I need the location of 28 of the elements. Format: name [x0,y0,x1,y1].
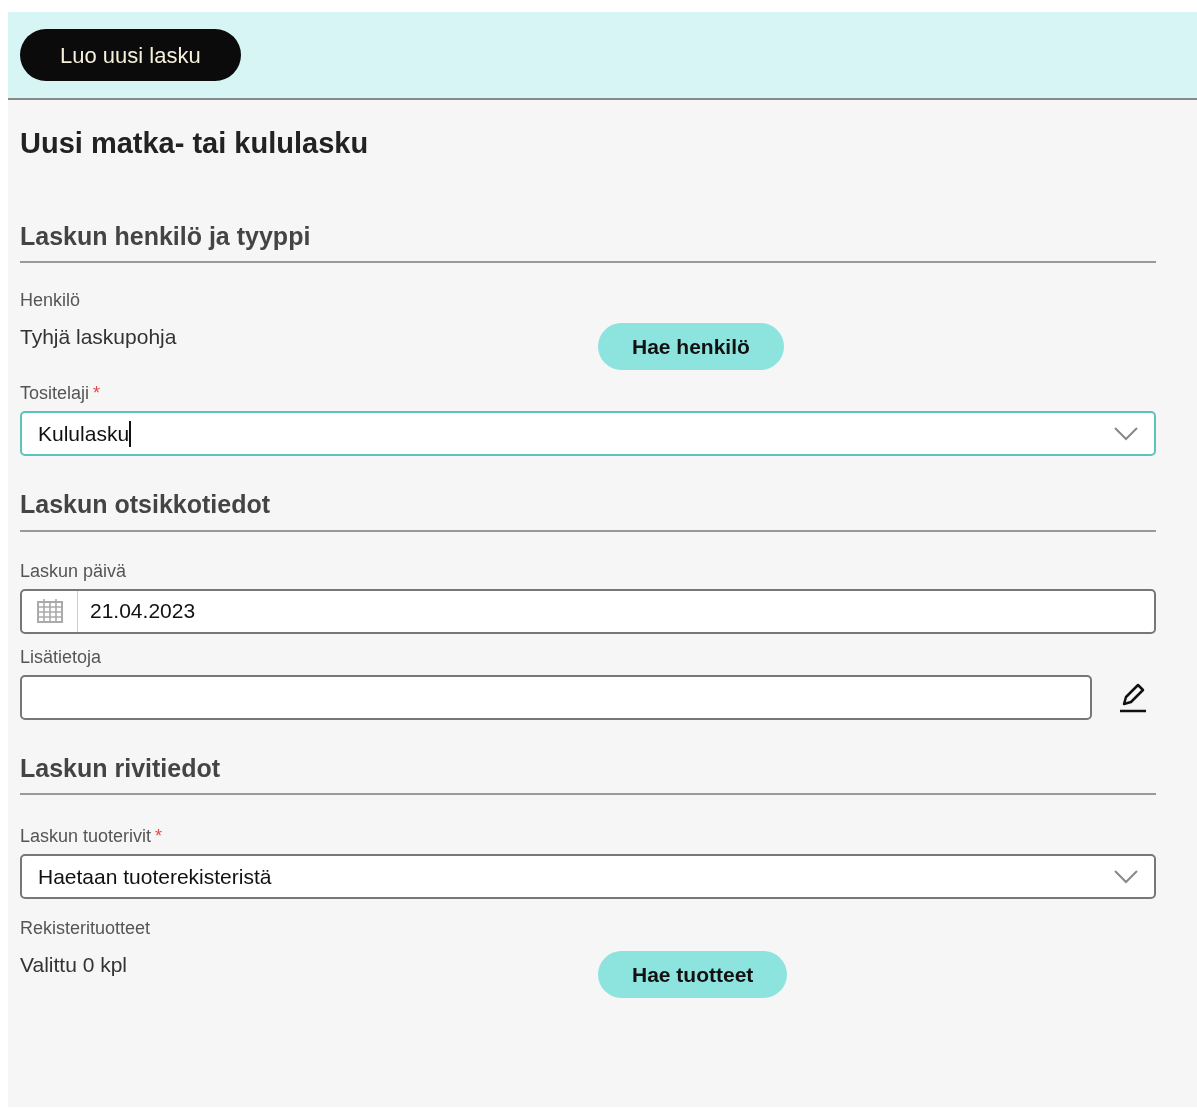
field-value: Valittu 0 kpl [20,951,128,978]
field-label: Henkilö [20,289,81,311]
select-value: Haetaan tuoterekisteristä [38,863,272,890]
chevron-down-icon [1114,426,1138,441]
section-heading: Laskun henkilö ja tyyppi [20,217,1156,263]
chevron-down-icon [1114,869,1138,884]
section-heading: Laskun otsikkotiedot [20,486,1156,532]
date-field[interactable]: 21.04.2023 [20,588,1156,634]
field-label: Laskun tuoterivit [20,825,152,847]
page-title: Uusi matka- tai kululasku [20,126,370,161]
field-label: Tositelaji [20,382,90,404]
select-field[interactable]: Haetaan tuoterekisteristä [20,854,1156,899]
text-cursor [129,420,132,447]
date-value: 21.04.2023 [90,598,196,625]
section-heading: Laskun rivitiedot [20,749,1156,795]
field-label: Laskun päivä [20,559,127,582]
select-value: Kululasku [38,420,130,447]
required-asterisk: * [93,382,101,404]
search-button[interactable]: Hae henkilö [598,323,784,370]
field-label: Lisätietoja [20,645,102,668]
select-field[interactable]: Kululasku [20,411,1156,456]
new-invoice-button[interactable]: Luo uusi lasku [20,29,241,81]
field-label: Rekisterituotteet [20,917,151,939]
text-field[interactable] [20,674,1092,720]
required-asterisk: * [155,825,163,847]
search-button[interactable]: Hae tuotteet [598,951,788,998]
field-value: Tyhjä laskupohja [20,323,178,350]
calendar-icon [36,599,63,623]
